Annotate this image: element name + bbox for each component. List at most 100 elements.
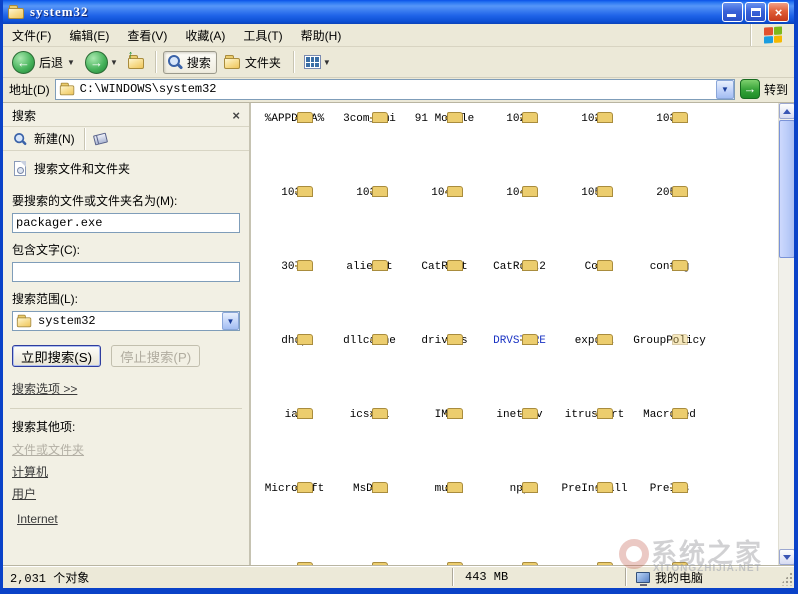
search-pane-close-icon[interactable]: ×: [232, 109, 240, 123]
folder-item[interactable]: DRVSTORE: [482, 331, 557, 405]
scope-folder-icon: [17, 315, 32, 328]
folder-item-partial[interactable]: [407, 559, 482, 565]
search-scope-select[interactable]: system32 ▼: [12, 311, 240, 331]
title-bar[interactable]: system32 ×: [3, 0, 794, 24]
folder-item[interactable]: PreIns: [632, 479, 707, 553]
folder-name: mui: [407, 483, 482, 495]
folder-item[interactable]: 1041: [407, 183, 482, 257]
folders-toggle-button[interactable]: 文件夹: [221, 52, 286, 73]
menu-item[interactable]: 查看(V): [118, 24, 176, 46]
folder-item[interactable]: export: [557, 331, 632, 405]
scroll-up-button[interactable]: [779, 103, 794, 119]
menu-item[interactable]: 文件(F): [3, 24, 60, 46]
search-toggle-button[interactable]: 搜索: [163, 51, 217, 74]
contains-field-input[interactable]: [12, 262, 240, 282]
maximize-button[interactable]: [745, 2, 766, 22]
folder-item[interactable]: 1033: [257, 183, 332, 257]
scrollbar-thumb[interactable]: [779, 120, 794, 258]
menu-item[interactable]: 编辑(E): [60, 24, 118, 46]
folder-item[interactable]: drivers: [407, 331, 482, 405]
folder-item[interactable]: 1037: [332, 183, 407, 257]
back-button[interactable]: ← 后退 ▼: [9, 49, 78, 76]
new-search-icon: [13, 132, 27, 146]
folder-name: 3com_dmi: [332, 113, 407, 125]
folder-item[interactable]: IME: [407, 405, 482, 479]
forward-dropdown-icon[interactable]: ▼: [110, 58, 118, 67]
folder-name: 3076: [257, 261, 332, 273]
folder-item[interactable]: 1031: [632, 109, 707, 183]
folder-name: IME: [407, 409, 482, 421]
folder-grid-partial-row: [251, 553, 778, 565]
folder-name: 1042: [482, 187, 557, 199]
minimize-icon: [727, 14, 736, 17]
address-input[interactable]: [76, 81, 716, 98]
go-button[interactable]: → 转到: [740, 79, 790, 99]
pane-divider: [10, 408, 242, 409]
folder-item[interactable]: CatRoot2: [482, 257, 557, 331]
up-button[interactable]: ↑: [125, 53, 148, 71]
address-combo[interactable]: ▼: [55, 79, 735, 100]
folder-item[interactable]: GroupPolicy: [632, 331, 707, 405]
other-search-link[interactable]: 用户: [12, 485, 240, 502]
folder-item[interactable]: dllcache: [332, 331, 407, 405]
vertical-scrollbar[interactable]: [778, 103, 794, 565]
menu-item[interactable]: 帮助(H): [292, 24, 351, 46]
folder-item[interactable]: config: [632, 257, 707, 331]
new-search-button[interactable]: 新建(N): [34, 130, 75, 147]
scope-dropdown-button[interactable]: ▼: [222, 312, 239, 330]
help-book-icon[interactable]: [93, 132, 108, 145]
folder-item[interactable]: 3076: [257, 257, 332, 331]
close-button[interactable]: ×: [768, 2, 789, 22]
folder-item[interactable]: dhcp: [257, 331, 332, 405]
folder-item-partial[interactable]: [557, 559, 632, 565]
search-options-link[interactable]: 搜索选项 >>: [12, 380, 77, 397]
back-dropdown-icon[interactable]: ▼: [67, 58, 75, 67]
folder-item[interactable]: MsDtc: [332, 479, 407, 553]
menu-item[interactable]: 收藏(A): [176, 24, 234, 46]
folder-item[interactable]: 1025: [482, 109, 557, 183]
address-dropdown-button[interactable]: ▼: [716, 80, 734, 99]
folder-item[interactable]: PreInstall: [557, 479, 632, 553]
folder-name: aliedit: [332, 261, 407, 273]
folder-item[interactable]: Com: [557, 257, 632, 331]
folder-item[interactable]: itruscert: [557, 405, 632, 479]
folder-item[interactable]: ias: [257, 405, 332, 479]
folder-item[interactable]: mui: [407, 479, 482, 553]
name-field-input[interactable]: [12, 213, 240, 233]
folder-item[interactable]: CatRoot: [407, 257, 482, 331]
folder-item-partial[interactable]: [482, 559, 557, 565]
folder-item[interactable]: %APPDATA%: [257, 109, 332, 183]
folder-name: GroupPolicy: [632, 335, 707, 347]
forward-icon: →: [85, 51, 108, 74]
other-search-link[interactable]: 计算机: [12, 463, 240, 480]
folder-name: 1031: [632, 113, 707, 125]
folder-item[interactable]: Macromed: [632, 405, 707, 479]
search-now-button[interactable]: 立即搜索(S): [12, 345, 101, 367]
folder-item[interactable]: inetsrv: [482, 405, 557, 479]
folder-item[interactable]: 1028: [557, 109, 632, 183]
folder-item[interactable]: 1054: [557, 183, 632, 257]
folder-item[interactable]: icsxml: [332, 405, 407, 479]
folder-item[interactable]: 91 Mobile: [407, 109, 482, 183]
file-list: %APPDATA% 3com_dmi 91 Mobile 102: [251, 103, 794, 565]
folder-item-partial[interactable]: [257, 559, 332, 565]
forward-button[interactable]: → ▼: [82, 49, 121, 76]
minimize-button[interactable]: [722, 2, 743, 22]
folder-item[interactable]: 1042: [482, 183, 557, 257]
folder-item[interactable]: 2052: [632, 183, 707, 257]
folder-item-partial[interactable]: [332, 559, 407, 565]
status-size: 443 MB: [453, 570, 625, 584]
folder-item-partial[interactable]: [632, 559, 707, 565]
folder-item[interactable]: 3com_dmi: [332, 109, 407, 183]
folder-item[interactable]: aliedit: [332, 257, 407, 331]
other-search-link[interactable]: 文件或文件夹: [12, 441, 240, 458]
folder-item[interactable]: Microsoft: [257, 479, 332, 553]
resize-grip[interactable]: [780, 569, 794, 586]
scroll-down-button[interactable]: [779, 549, 794, 565]
views-button[interactable]: ▼: [301, 53, 334, 71]
menu-item[interactable]: 工具(T): [234, 24, 291, 46]
folder-item[interactable]: npp: [482, 479, 557, 553]
windows-logo: [750, 24, 794, 46]
other-search-link[interactable]: Internet: [12, 512, 240, 526]
folder-name: 1025: [482, 113, 557, 125]
